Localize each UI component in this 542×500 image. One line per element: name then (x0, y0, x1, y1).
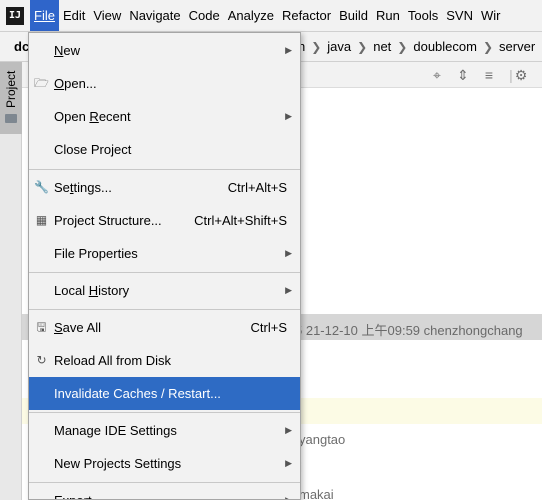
menu-window[interactable]: Wir (477, 0, 505, 31)
menu-edit[interactable]: Edit (59, 0, 89, 31)
menu-item-manage-ide-settings[interactable]: Manage IDE Settings ▶ (29, 414, 300, 447)
breadcrumb-item[interactable]: server (499, 39, 535, 54)
blame-annotation: yangtao (299, 432, 346, 447)
project-structure-icon: ▦ (35, 213, 48, 227)
menu-view[interactable]: View (89, 0, 125, 31)
collapse-all-icon[interactable]: ≡ (480, 66, 498, 84)
shortcut-label: Ctrl+Alt+S (227, 180, 287, 195)
file-menu-dropdown: New ▶ 🗁 Open... Open Recent ▶ Close Proj… (28, 32, 301, 500)
menu-item-save-all[interactable]: 🖫 Save All Ctrl+S (29, 311, 300, 344)
project-tab-label: Project (4, 70, 18, 108)
submenu-arrow-icon: ▶ (285, 45, 292, 55)
menu-separator (29, 169, 300, 170)
menu-item-open[interactable]: 🗁 Open... (29, 67, 300, 100)
menu-item-new[interactable]: New ▶ (29, 34, 300, 67)
menu-separator (29, 412, 300, 413)
folder-icon (5, 114, 17, 123)
reload-icon: ↻ (36, 353, 47, 367)
chevron-right-icon: ❯ (397, 39, 408, 54)
menu-file[interactable]: File (30, 0, 59, 31)
menu-separator (29, 309, 300, 310)
menu-run[interactable]: Run (372, 0, 404, 31)
breadcrumb-item[interactable]: java (327, 39, 351, 54)
menu-item-local-history[interactable]: Local History ▶ (29, 274, 300, 307)
shortcut-label: Ctrl+S (250, 320, 287, 335)
nav-project-name[interactable]: dc (14, 39, 29, 54)
shortcut-label: Ctrl+Alt+Shift+S (194, 213, 287, 228)
menu-svn[interactable]: SVN (442, 0, 477, 31)
locate-target-icon[interactable]: ⌖ (428, 66, 446, 84)
breadcrumb-item[interactable]: doublecom (413, 39, 477, 54)
submenu-arrow-icon: ▶ (285, 495, 292, 500)
blame-annotation: makai (299, 487, 334, 500)
menu-separator (29, 482, 300, 483)
menu-item-invalidate-caches[interactable]: Invalidate Caches / Restart... (29, 377, 300, 410)
breadcrumb-item[interactable]: net (373, 39, 391, 54)
menu-refactor[interactable]: Refactor (278, 0, 335, 31)
submenu-arrow-icon: ▶ (285, 285, 292, 295)
chevron-right-icon: ❯ (482, 39, 494, 54)
menu-separator (29, 272, 300, 273)
menu-navigate[interactable]: Navigate (125, 0, 184, 31)
menu-code[interactable]: Code (185, 0, 224, 31)
menu-item-open-recent[interactable]: Open Recent ▶ (29, 100, 300, 133)
chevron-right-icon: ❯ (357, 39, 368, 54)
wrench-icon: 🔧 (34, 180, 49, 194)
submenu-arrow-icon: ▶ (285, 425, 292, 435)
chevron-right-icon: ❯ (311, 39, 322, 54)
menu-tools[interactable]: Tools (404, 0, 442, 31)
main-menu-bar: IJ File Edit View Navigate Code Analyze … (0, 0, 542, 32)
left-tool-stripe: Project (0, 62, 22, 500)
blame-annotation: 5 21-12-10 上午09:59 chenzhongchang (295, 323, 523, 338)
menu-item-reload-all[interactable]: ↻ Reload All from Disk (29, 344, 300, 377)
menu-item-export[interactable]: Export ▶ (29, 484, 300, 500)
save-icon: 🖫 (36, 320, 47, 334)
project-tool-window-tab[interactable]: Project (0, 62, 22, 134)
menu-item-settings[interactable]: 🔧 Settings... Ctrl+Alt+S (29, 171, 300, 204)
menu-item-close-project[interactable]: Close Project (29, 133, 300, 166)
breadcrumb: n ❯ java ❯ net ❯ doublecom ❯ server ❯ (298, 39, 542, 54)
submenu-arrow-icon: ▶ (285, 111, 292, 121)
expand-all-icon[interactable]: ⇕ (454, 66, 472, 84)
menu-item-project-structure[interactable]: ▦ Project Structure... Ctrl+Alt+Shift+S (29, 204, 300, 237)
menu-build[interactable]: Build (335, 0, 372, 31)
intellij-logo-icon: IJ (6, 6, 24, 25)
submenu-arrow-icon: ▶ (285, 248, 292, 258)
folder-open-icon: 🗁 (34, 76, 49, 90)
menu-item-file-properties[interactable]: File Properties ▶ (29, 237, 300, 270)
submenu-arrow-icon: ▶ (285, 458, 292, 468)
menu-analyze[interactable]: Analyze (224, 0, 278, 31)
menu-item-new-projects-settings[interactable]: New Projects Settings ▶ (29, 447, 300, 480)
gear-icon[interactable]: ⚙ (512, 66, 530, 84)
